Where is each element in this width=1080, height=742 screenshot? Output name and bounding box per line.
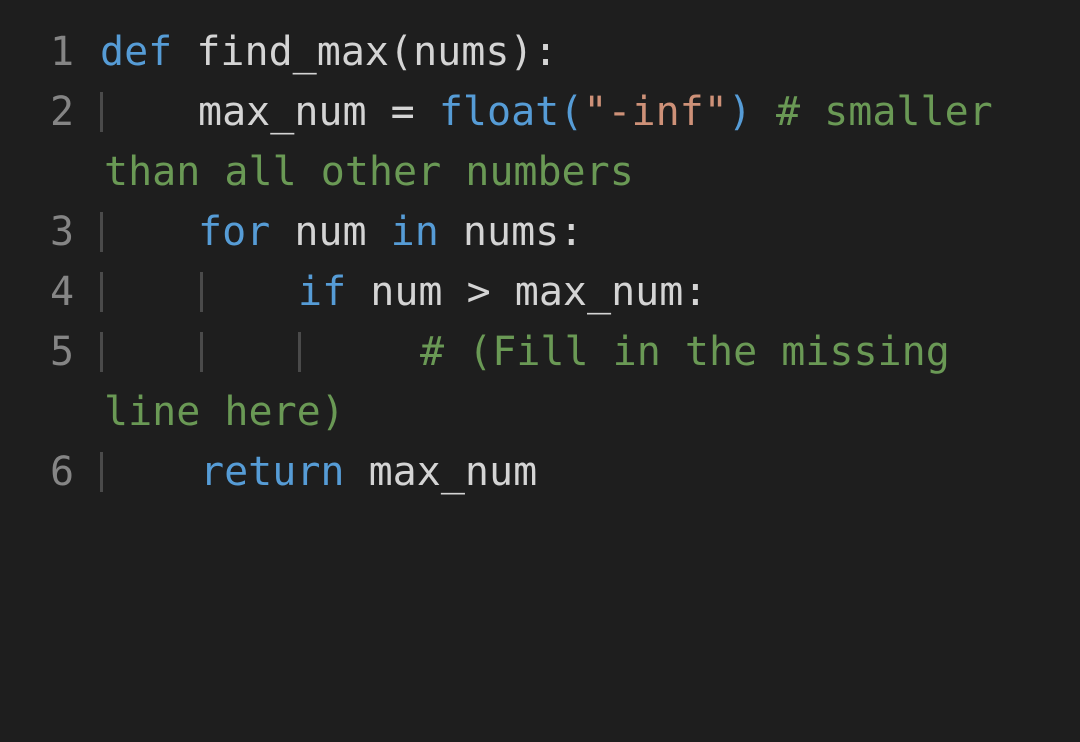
indent-guide <box>200 332 203 372</box>
line-number: 2 <box>50 89 75 135</box>
code-line-4[interactable]: 4 if num > max_num: <box>0 262 707 322</box>
code-token-text: num <box>270 209 391 255</box>
code-line-6[interactable]: 6 return max_num <box>0 442 537 502</box>
line-number: 5 <box>50 329 75 375</box>
code-token-keyword: def <box>100 29 173 75</box>
indent-guide <box>100 92 103 132</box>
line-number: 3 <box>50 209 75 255</box>
code-token-keyword: if <box>298 269 347 315</box>
line-number: 6 <box>50 449 75 495</box>
code-token-text: find_max(nums): <box>172 29 558 75</box>
code-line-3[interactable]: 3 for num in nums: <box>0 202 583 262</box>
code-token-keyword: return <box>200 449 345 495</box>
code-token-text: max_num = <box>198 89 439 135</box>
code-line-5-wrap[interactable]: line here) <box>0 382 345 442</box>
code-token-comment: # (Fill in the missing <box>420 329 950 375</box>
indent-guide <box>100 212 103 252</box>
code-line-2-wrap[interactable]: than all other numbers <box>0 142 634 202</box>
code-wrap-comment: than all other numbers <box>104 149 634 195</box>
indent-guide <box>100 452 103 492</box>
indent-guide <box>100 332 103 372</box>
indent-guide <box>100 272 103 312</box>
code-line-1[interactable]: 1 def find_max(nums): <box>0 22 558 82</box>
code-token-text: max_num <box>344 449 538 495</box>
code-wrap-comment: line here) <box>104 389 345 435</box>
code-token-text: nums: <box>438 209 584 255</box>
indent-guide <box>200 272 203 312</box>
code-content[interactable]: def find_max(nums): <box>100 22 558 82</box>
line-number: 4 <box>50 269 75 315</box>
code-token-text: num > max_num: <box>346 269 708 315</box>
code-token-keyword: for <box>198 209 271 255</box>
code-content[interactable]: max_num = float("-inf") # smaller <box>198 82 993 142</box>
code-content[interactable]: return max_num <box>200 442 537 502</box>
code-token-keyword: in <box>390 209 439 255</box>
code-token-comment: # smaller <box>751 89 993 135</box>
code-line-5[interactable]: 5 # (Fill in the missing <box>0 322 950 382</box>
line-number: 1 <box>50 29 75 75</box>
code-token-builtin: float( <box>438 89 584 135</box>
code-line-2[interactable]: 2 max_num = float("-inf") # smaller <box>0 82 993 142</box>
code-content[interactable]: if num > max_num: <box>298 262 707 322</box>
code-content[interactable]: for num in nums: <box>198 202 583 262</box>
code-editor[interactable]: 1 def find_max(nums): 2 max_num = float(… <box>0 0 1080 538</box>
code-token-string: "-inf" <box>583 89 728 135</box>
indent-guide <box>298 332 301 372</box>
code-token-builtin: ) <box>727 89 752 135</box>
